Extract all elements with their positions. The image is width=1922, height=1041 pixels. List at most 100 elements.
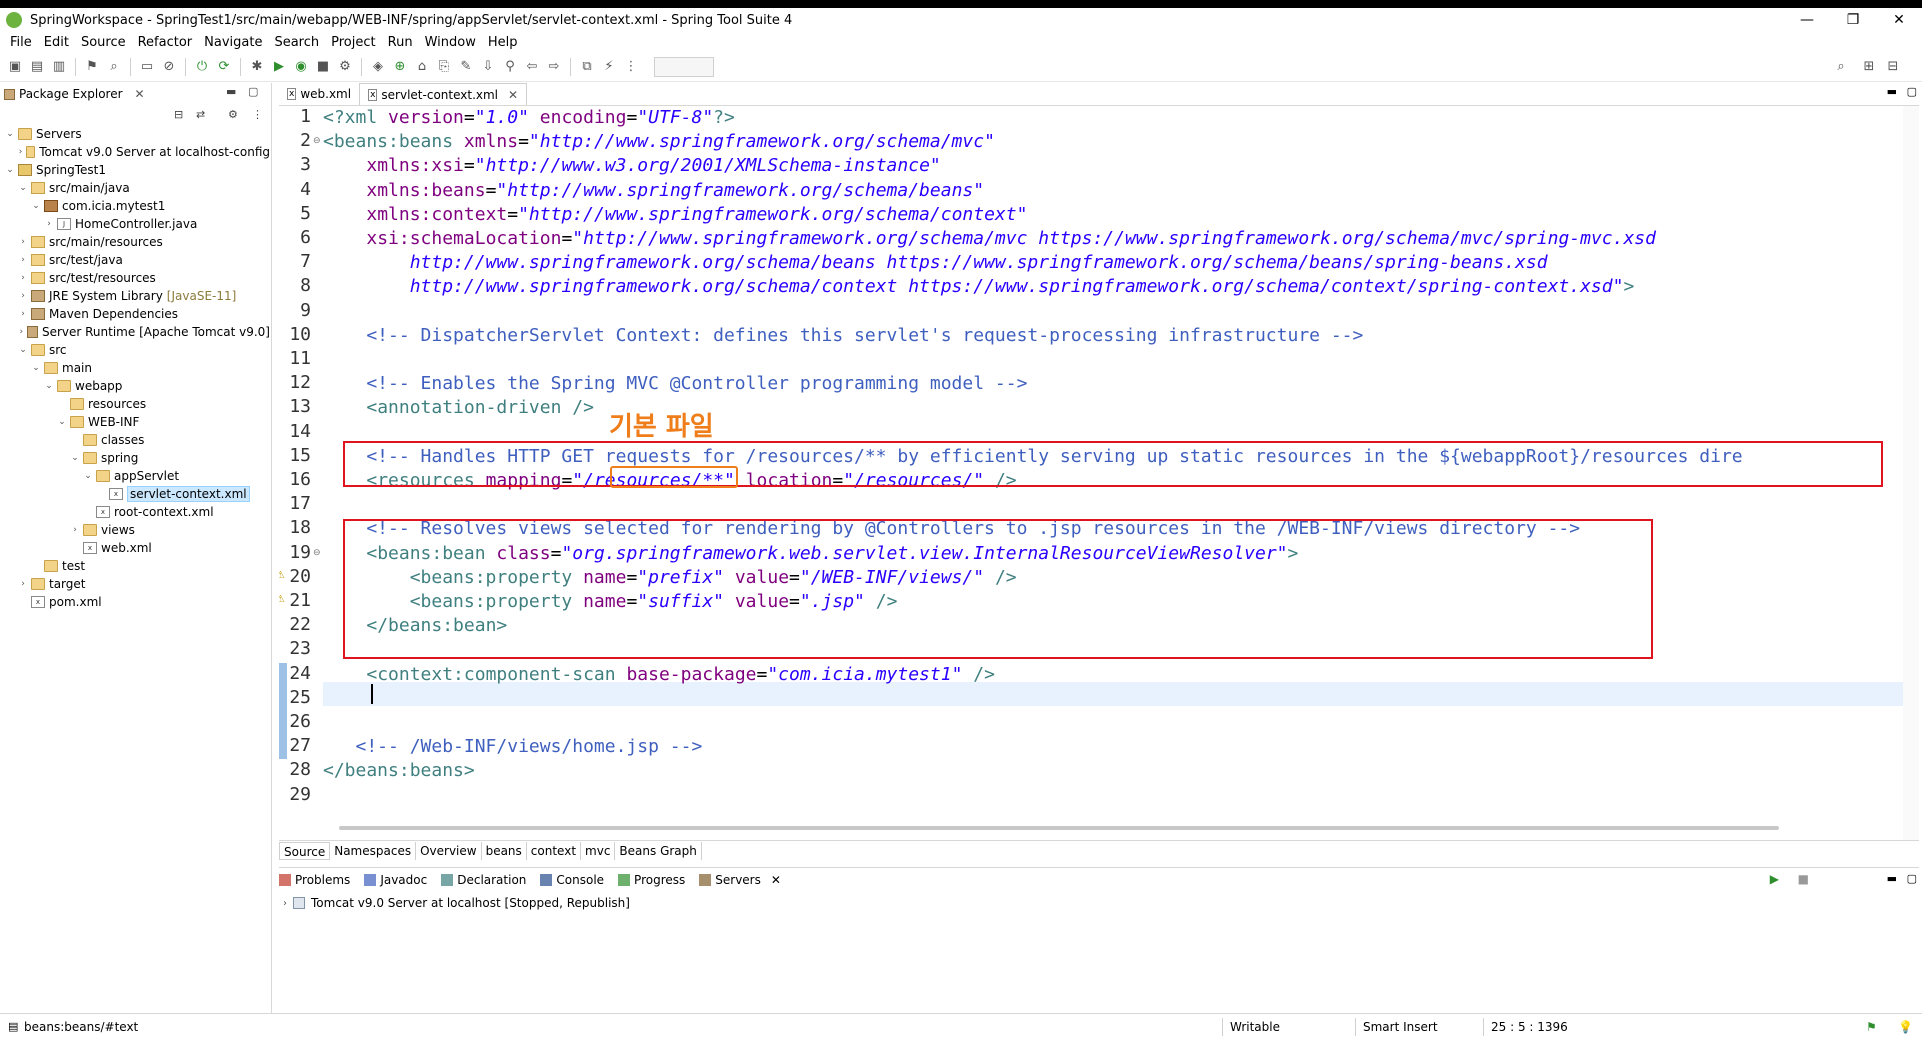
save-icon[interactable]: ▤ xyxy=(28,58,46,76)
tree-item[interactable]: ⌄ appServlet xyxy=(0,467,270,485)
view-menu-icon[interactable]: ⋮ xyxy=(252,108,263,121)
chevron-right-icon[interactable]: › xyxy=(17,291,29,301)
tip-icon[interactable]: 💡 xyxy=(1898,1020,1913,1034)
expand-chevron-icon[interactable]: › xyxy=(283,898,287,909)
tab-mvc[interactable]: mvc xyxy=(581,841,616,860)
tab-beans[interactable]: beans xyxy=(482,841,527,860)
menu-refactor[interactable]: Refactor xyxy=(132,35,199,50)
xml-source-editor[interactable]: 12⊖345678910111213141516171819⊖20⚠21⚠222… xyxy=(279,105,1919,840)
external-tools-icon[interactable]: ⚙ xyxy=(336,58,354,76)
tree-item[interactable]: ⌄ webapp xyxy=(0,377,270,395)
tree-item[interactable]: › JRE System Library [JavaSE-11] xyxy=(0,287,270,305)
maximize-editor-icon[interactable]: ▢ xyxy=(1907,85,1917,98)
server-item[interactable]: › Tomcat v9.0 Server at localhost [Stopp… xyxy=(283,896,630,910)
new-java-project-icon[interactable]: ◈ xyxy=(369,58,387,76)
tab-problems[interactable]: Problems xyxy=(279,873,350,887)
tab-overview[interactable]: Overview xyxy=(416,841,482,860)
spring-boot-icon[interactable]: ⏻ xyxy=(193,58,211,76)
tree-item[interactable]: › src/test/resources xyxy=(0,269,270,287)
stop-server-icon[interactable]: ■ xyxy=(1798,872,1809,886)
tree-item[interactable]: x root-context.xml xyxy=(0,503,270,521)
chevron-right-icon[interactable]: › xyxy=(17,309,29,319)
annotation-nav-icon[interactable]: ⇩ xyxy=(479,58,497,76)
menu-help[interactable]: Help xyxy=(482,35,524,50)
menu-search[interactable]: Search xyxy=(268,35,325,50)
new-icon[interactable]: ▣ xyxy=(6,58,24,76)
tree-item[interactable]: ⌄ SpringTest1 xyxy=(0,161,270,179)
tab-package-explorer[interactable]: Package Explorer ✕ xyxy=(4,83,145,105)
terminal-icon[interactable]: ▭ xyxy=(138,58,156,76)
open-folder-icon[interactable]: ⌂ xyxy=(413,58,431,76)
java-ee-perspective-icon[interactable]: ⊟ xyxy=(1884,58,1902,76)
new-class-icon[interactable]: ⊕ xyxy=(391,58,409,76)
tab-source[interactable]: Source xyxy=(279,841,331,860)
wand-icon[interactable]: ⚡ xyxy=(600,58,618,76)
tab-beans-graph[interactable]: Beans Graph xyxy=(615,841,702,860)
run-icon[interactable]: ▶ xyxy=(270,58,288,76)
menu-project[interactable]: Project xyxy=(325,35,381,50)
maximize-button[interactable]: ❐ xyxy=(1830,8,1876,32)
tab-console[interactable]: Console xyxy=(540,873,604,887)
tree-item[interactable]: ⌄ src/main/java xyxy=(0,179,270,197)
menu-source[interactable]: Source xyxy=(75,35,132,50)
tree-item[interactable]: x web.xml xyxy=(0,539,270,557)
minimize-button[interactable]: — xyxy=(1784,8,1830,32)
minimize-editor-icon[interactable]: ▬ xyxy=(1887,85,1897,98)
chevron-down-icon[interactable]: ⌄ xyxy=(4,129,16,139)
maximize-view-icon[interactable]: ▢ xyxy=(248,85,258,98)
menu-file[interactable]: File xyxy=(4,35,38,50)
tree-item[interactable]: ⌄ Servers xyxy=(0,125,270,143)
search-files-icon[interactable]: ⌕ xyxy=(105,58,123,76)
chevron-down-icon[interactable]: ⌄ xyxy=(43,381,55,391)
warning-marker-icon[interactable]: ⚠ xyxy=(279,594,285,605)
fold-toggle-icon[interactable]: ⊖ xyxy=(313,136,321,146)
forward-icon[interactable]: ⇨ xyxy=(545,58,563,76)
menu-run[interactable]: Run xyxy=(382,35,419,50)
minimize-view-icon[interactable]: ▬ xyxy=(226,85,236,98)
chevron-right-icon[interactable]: › xyxy=(17,273,29,283)
collapse-all-icon[interactable]: ⊟ xyxy=(174,108,183,121)
chevron-down-icon[interactable]: ⌄ xyxy=(69,453,81,463)
pin-icon[interactable]: ⚲ xyxy=(501,58,519,76)
chevron-down-icon[interactable]: ⌄ xyxy=(30,201,42,211)
back-icon[interactable]: ⇦ xyxy=(523,58,541,76)
start-server-icon[interactable]: ▶ xyxy=(1770,872,1779,886)
tab-namespaces[interactable]: Namespaces xyxy=(330,841,417,860)
tree-item[interactable]: › src/test/java xyxy=(0,251,270,269)
relaunch-icon[interactable]: ⟳ xyxy=(215,58,233,76)
tree-item[interactable]: ⌄ spring xyxy=(0,449,270,467)
filter-icon[interactable]: ⚙ xyxy=(228,108,238,121)
tree-item[interactable]: x pom.xml xyxy=(0,593,270,611)
close-button[interactable]: ✕ xyxy=(1876,8,1922,32)
open-perspective-icon[interactable]: ⊞ xyxy=(1860,58,1878,76)
tab-progress[interactable]: Progress xyxy=(618,873,685,887)
tree-item[interactable]: test xyxy=(0,557,270,575)
fold-toggle-icon[interactable]: ⊖ xyxy=(313,548,321,558)
chevron-down-icon[interactable]: ⌄ xyxy=(17,183,29,193)
stop-icon[interactable]: ■ xyxy=(314,58,332,76)
tree-item[interactable]: resources xyxy=(0,395,270,413)
tree-item[interactable]: › Maven Dependencies xyxy=(0,305,270,323)
pen-icon[interactable]: ✎ xyxy=(457,58,475,76)
tab-servers[interactable]: Servers ✕ xyxy=(699,873,781,887)
coverage-icon[interactable]: ◉ xyxy=(292,58,310,76)
open-type-icon[interactable]: ⚑ xyxy=(83,58,101,76)
tab-declaration[interactable]: Declaration xyxy=(441,873,526,887)
close-icon[interactable]: ✕ xyxy=(508,88,518,102)
chevron-right-icon[interactable]: › xyxy=(17,237,29,247)
chevron-right-icon[interactable]: › xyxy=(17,255,29,265)
tree-item[interactable]: ⌄ com.icia.mytest1 xyxy=(0,197,270,215)
tab-web-xml[interactable]: x web.xml xyxy=(279,83,359,105)
menu-navigate[interactable]: Navigate xyxy=(198,35,268,50)
warning-marker-icon[interactable]: ⚠ xyxy=(279,570,285,581)
external-browser-icon[interactable]: ⧉ xyxy=(578,58,596,76)
chevron-down-icon[interactable]: ⌄ xyxy=(17,345,29,355)
tree-item[interactable]: ⌄ WEB-INF xyxy=(0,413,270,431)
save-all-icon[interactable]: ▥ xyxy=(50,58,68,76)
menu-window[interactable]: Window xyxy=(419,35,482,50)
open-task-icon[interactable]: ⎘ xyxy=(435,58,453,76)
toolbar-combo[interactable] xyxy=(654,56,714,77)
horizontal-scrollbar[interactable] xyxy=(339,826,1779,830)
chevron-right-icon[interactable]: › xyxy=(69,525,81,535)
maximize-view-icon[interactable]: ▢ xyxy=(1907,872,1917,885)
